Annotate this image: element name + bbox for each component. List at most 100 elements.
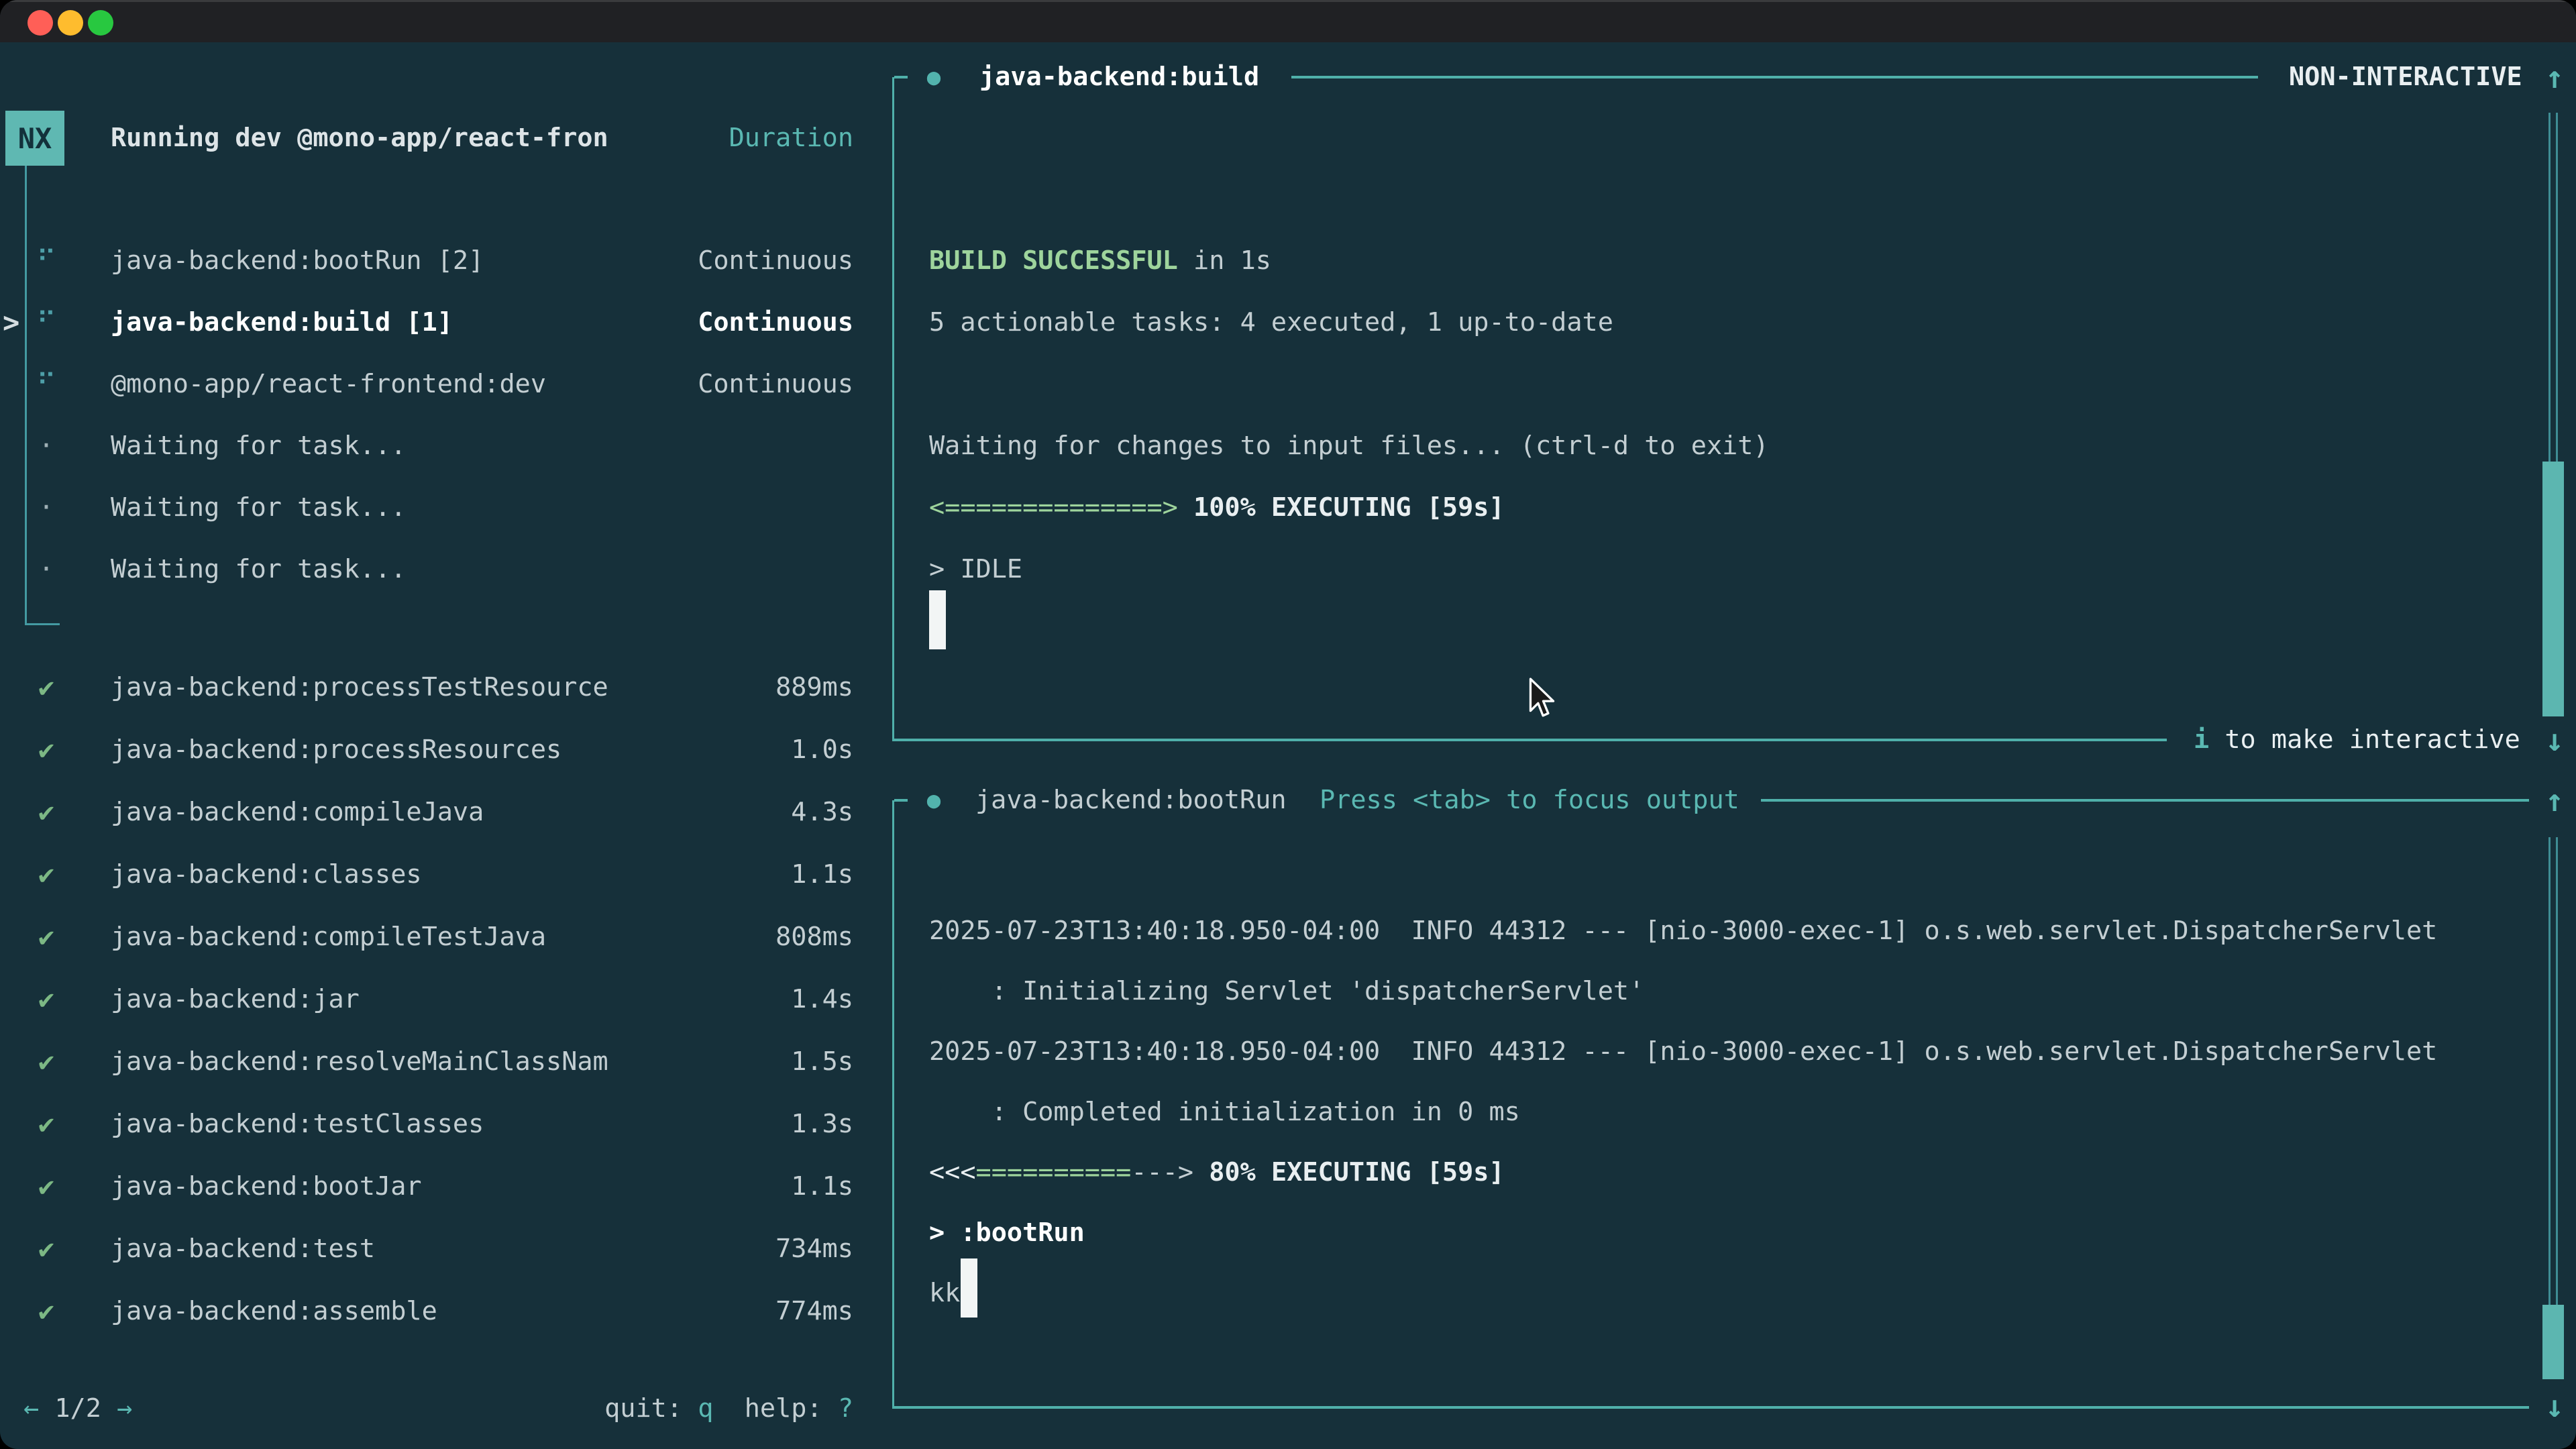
interactive-hint: i to make interactive <box>2194 721 2520 759</box>
log-line: : Completed initialization in 0 ms <box>929 1082 1520 1142</box>
task-name: java-backend:resolveMainClassNam <box>111 1031 608 1093</box>
spinner-icon: ⠋ <box>25 230 67 292</box>
task-row[interactable]: ✔ java-backend:assemble 774ms <box>0 1281 892 1342</box>
bootrun-panel-scrollbar-track[interactable] <box>2548 837 2558 1305</box>
task-row[interactable]: ⠋ java-backend:bootRun [2] Continuous <box>0 230 892 292</box>
scroll-down-icon[interactable]: ↓ <box>2540 721 2569 759</box>
close-button[interactable] <box>28 10 53 36</box>
task-name: java-backend:compileTestJava <box>111 906 546 968</box>
task-duration: 1.0s <box>604 719 853 781</box>
maximize-button[interactable] <box>88 10 113 36</box>
next-page-arrow-icon[interactable]: → <box>117 1393 132 1424</box>
task-duration: 808ms <box>604 906 853 968</box>
task-name: java-backend:classes <box>111 844 422 906</box>
help-key[interactable]: ? <box>838 1393 853 1424</box>
waiting-dot-icon: · <box>25 477 67 539</box>
build-panel-left-border <box>892 77 894 740</box>
waiting-for-changes-line: Waiting for changes to input files... (c… <box>929 415 1769 477</box>
task-row[interactable]: ✔ java-backend:processTestResource 889ms <box>0 657 892 718</box>
check-icon: ✔ <box>25 1093 67 1155</box>
task-row[interactable]: ✔ java-backend:compileJava 4.3s <box>0 782 892 843</box>
bootrun-panel-scrollbar-thumb[interactable] <box>2542 1305 2564 1379</box>
check-icon: ✔ <box>25 657 67 718</box>
mouse-cursor-icon <box>1527 678 1556 726</box>
page-indicator: 1/2 <box>39 1393 117 1424</box>
build-progress-line: <==============> 100% EXECUTING [59s] <box>929 477 1505 539</box>
progress-label: 80% EXECUTING [59s] <box>1193 1157 1505 1187</box>
build-panel-scrollbar-track[interactable] <box>2548 113 2558 462</box>
build-panel-bullet-icon: ● <box>914 58 954 96</box>
task-duration: 1.1s <box>604 844 853 906</box>
nx-logo: NX <box>5 111 64 166</box>
task-name: java-backend:processResources <box>111 719 561 781</box>
task-name: Waiting for task... <box>111 539 406 600</box>
task-name: java-backend:build [1] <box>111 292 453 354</box>
help-label: help: <box>713 1393 837 1424</box>
task-duration: 1.1s <box>604 1156 853 1218</box>
quit-key[interactable]: q <box>698 1393 713 1424</box>
task-name: java-backend:test <box>111 1218 375 1280</box>
sidebar-title: Running dev @mono-app/react-fron <box>111 111 608 166</box>
task-name: java-backend:compileJava <box>111 782 484 843</box>
scroll-down-icon[interactable]: ↓ <box>2540 1387 2569 1425</box>
waiting-dot-icon: · <box>25 415 67 477</box>
task-name: java-backend:bootRun [2] <box>111 230 484 292</box>
check-icon: ✔ <box>25 782 67 843</box>
stdin-input-text[interactable]: kk <box>929 1263 960 1324</box>
task-row[interactable]: · Waiting for task... <box>0 477 892 539</box>
bootrun-panel-title[interactable]: java-backend:bootRun <box>975 782 1287 819</box>
minimize-button[interactable] <box>58 10 83 36</box>
text-cursor <box>961 1258 977 1318</box>
task-duration: Continuous <box>604 292 853 354</box>
text-cursor <box>929 590 946 649</box>
bootrun-panel-bullet-icon: ● <box>914 782 954 819</box>
task-row[interactable]: ✔ java-backend:jar 1.4s <box>0 969 892 1030</box>
spinner-icon: ⠋ <box>25 354 67 415</box>
log-line: : Initializing Servlet 'dispatcherServle… <box>929 961 1644 1022</box>
sidebar-footer: ← 1/2 → quit: q help: ? <box>0 1383 892 1434</box>
task-duration: 1.4s <box>604 969 853 1030</box>
prev-page-arrow-icon[interactable]: ← <box>23 1393 39 1424</box>
interactive-hint-key[interactable]: i <box>2194 724 2209 755</box>
task-row-selected[interactable]: ⠋ java-backend:build [1] Continuous <box>0 292 892 354</box>
build-time-text: in 1s <box>1178 246 1271 276</box>
bootrun-panel-bottom-border <box>892 1406 2529 1409</box>
task-row[interactable]: ✔ java-backend:test 734ms <box>0 1218 892 1280</box>
task-row[interactable]: ✔ java-backend:bootJar 1.1s <box>0 1156 892 1218</box>
quit-label: quit: <box>604 1393 698 1424</box>
duration-column-header: Duration <box>604 111 853 166</box>
interactive-hint-text: to make interactive <box>2209 724 2520 755</box>
tasks-summary-line: 5 actionable tasks: 4 executed, 1 up-to-… <box>929 292 1613 354</box>
progress-bar-left: <<< <box>929 1157 976 1187</box>
build-panel-title[interactable]: java-backend:build <box>979 58 1259 96</box>
build-panel-bottom-border <box>892 739 2167 741</box>
check-icon: ✔ <box>25 969 67 1030</box>
build-panel-border-stub <box>894 76 908 78</box>
scroll-up-icon[interactable]: ↑ <box>2540 58 2569 96</box>
task-name: @mono-app/react-frontend:dev <box>111 354 546 415</box>
task-row[interactable]: ✔ java-backend:compileTestJava 808ms <box>0 906 892 968</box>
task-name: java-backend:testClasses <box>111 1093 484 1155</box>
pagination: ← 1/2 → <box>23 1383 132 1434</box>
progress-bar-full: <==============> <box>929 492 1178 523</box>
bootrun-progress-line: <<<==========---> 80% EXECUTING [59s] <box>929 1142 1505 1203</box>
check-icon: ✔ <box>25 906 67 968</box>
task-row[interactable]: ⠋ @mono-app/react-frontend:dev Continuou… <box>0 354 892 415</box>
task-duration: Continuous <box>604 230 853 292</box>
bootrun-panel-left-border <box>892 800 894 1409</box>
check-icon: ✔ <box>25 719 67 781</box>
build-panel-scrollbar-thumb[interactable] <box>2542 462 2564 716</box>
task-duration: 774ms <box>604 1281 853 1342</box>
scroll-up-icon[interactable]: ↑ <box>2540 782 2569 819</box>
focus-output-hint: Press <tab> to focus output <box>1320 782 1739 819</box>
build-successful-text: BUILD SUCCESSFUL <box>929 246 1178 276</box>
terminal-window: NX Running dev @mono-app/react-fron Dura… <box>0 0 2576 1449</box>
task-row[interactable]: ✔ java-backend:classes 1.1s <box>0 844 892 906</box>
task-tree-guide-elbow <box>25 623 60 625</box>
task-row[interactable]: ✔ java-backend:processResources 1.0s <box>0 719 892 781</box>
task-row[interactable]: ✔ java-backend:resolveMainClassNam 1.5s <box>0 1031 892 1093</box>
check-icon: ✔ <box>25 1218 67 1280</box>
task-row[interactable]: ✔ java-backend:testClasses 1.3s <box>0 1093 892 1155</box>
task-row[interactable]: · Waiting for task... <box>0 539 892 600</box>
task-row[interactable]: · Waiting for task... <box>0 415 892 477</box>
